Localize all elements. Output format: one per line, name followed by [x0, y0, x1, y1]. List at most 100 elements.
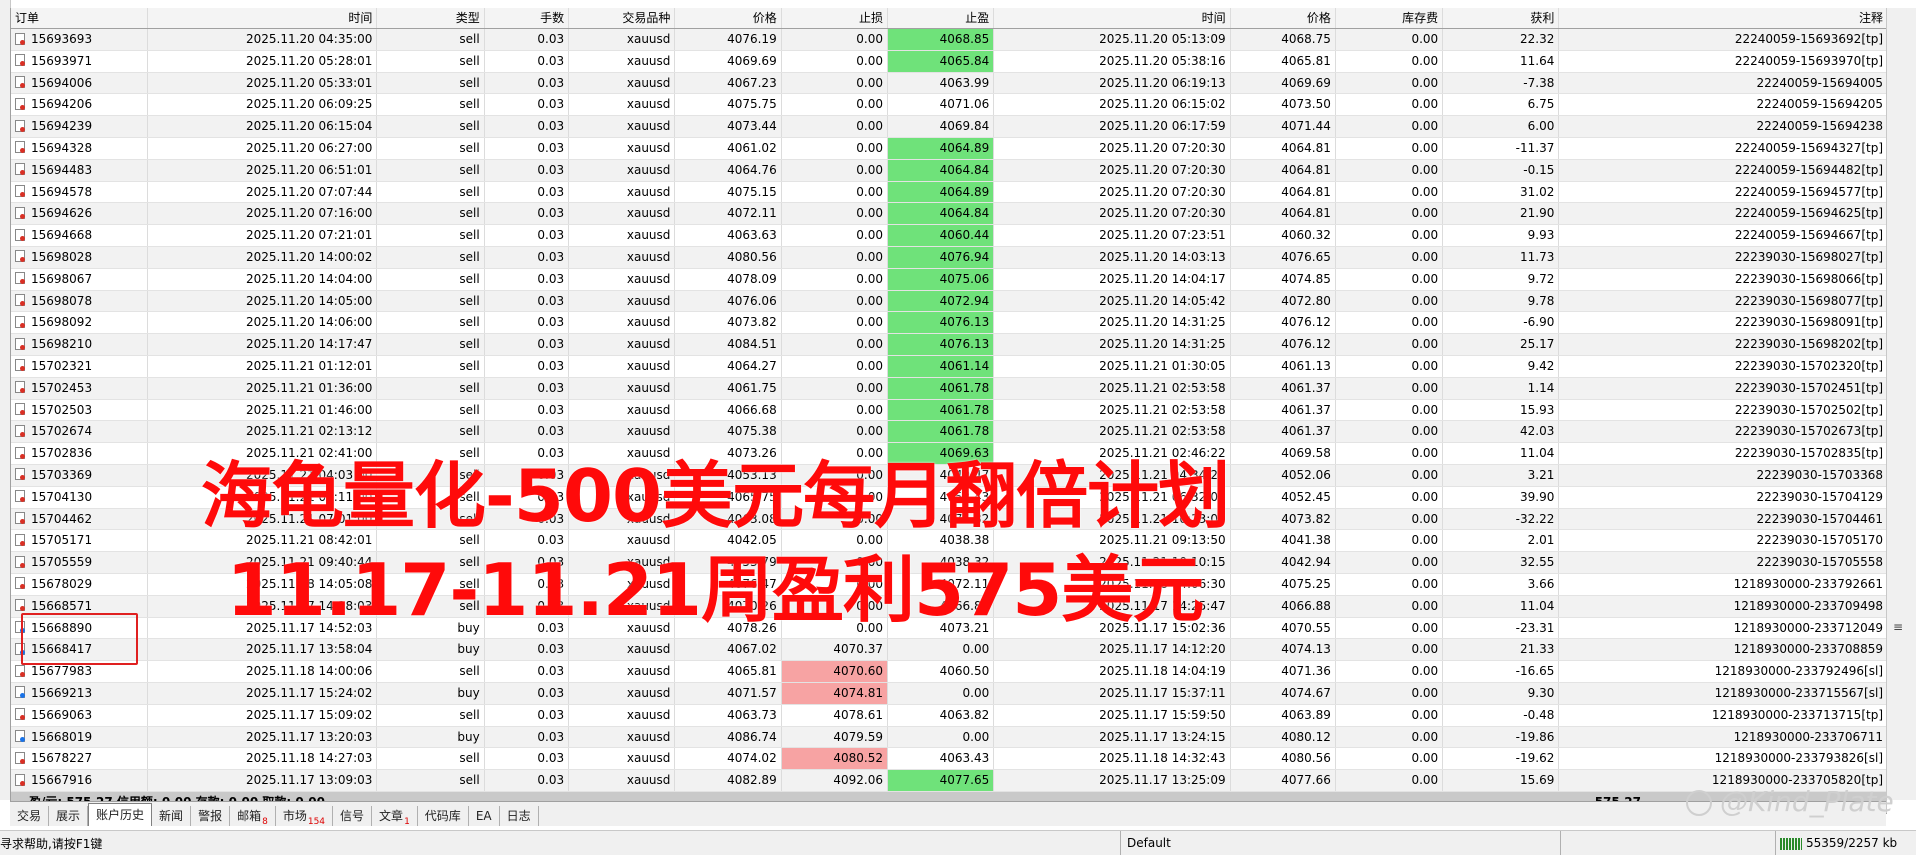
table-row[interactable]: 15694626 2025.11.20 07:16:00 sell 0.03 xauus… [11, 203, 1887, 226]
table-row[interactable]: 15698078 2025.11.20 14:05:00 sell 0.03 xauus… [11, 290, 1887, 313]
col-header-open-time[interactable]: 时间 [148, 8, 378, 28]
cell-open-time: 2025.11.17 15:24:02 [148, 682, 378, 704]
cell-profit: 21.90 [1443, 203, 1560, 225]
table-row[interactable]: 15669063 2025.11.17 15:09:02 sell 0.03 xauus… [11, 704, 1887, 727]
cell-order: 15678227 [11, 748, 149, 770]
cell-lots: 0.03 [485, 770, 570, 791]
cell-comment: 22240059-15694577[tp] [1734, 184, 1883, 199]
sell-order-icon [15, 228, 25, 241]
table-row[interactable]: 15694006 2025.11.20 05:33:01 sell 0.03 xauus… [11, 72, 1887, 95]
table-row[interactable]: 15698028 2025.11.20 14:00:02 sell 0.03 xauus… [11, 246, 1887, 269]
tab-10[interactable]: EA [469, 806, 500, 826]
table-row[interactable]: 15668019 2025.11.17 13:20:03 buy 0.03 xauusd… [11, 726, 1887, 749]
table-row[interactable]: 15702674 2025.11.21 02:13:12 sell 0.03 xauus… [11, 421, 1887, 444]
table-row[interactable]: 15678227 2025.11.18 14:27:03 sell 0.03 xauus… [11, 748, 1887, 771]
table-row[interactable]: 15694239 2025.11.20 06:15:04 sell 0.03 xauus… [11, 116, 1887, 138]
cell-close-price: 4061.37 [1231, 399, 1336, 421]
order-number: 15702453 [31, 380, 93, 395]
col-header-swap[interactable]: 库存费 [1336, 8, 1444, 28]
cell-price: 4063.63 [675, 225, 782, 246]
tab-1[interactable]: 展示 [49, 806, 89, 826]
cell-swap: 0.00 [1336, 355, 1444, 377]
col-header-take-profit[interactable]: 止盈 [888, 8, 995, 28]
cell-profit: 9.42 [1443, 355, 1560, 377]
tab-0[interactable]: 交易 [10, 806, 50, 826]
cell-type: sell [377, 312, 485, 334]
table-row[interactable]: 15693693 2025.11.20 04:35:00 sell 0.03 xauus… [11, 29, 1887, 51]
table-row[interactable]: 15702453 2025.11.21 01:36:00 sell 0.03 xauus… [11, 377, 1887, 400]
cell-swap: 0.00 [1336, 421, 1444, 443]
col-header-symbol[interactable]: 交易品种 [569, 8, 676, 28]
cell-lots: 0.03 [485, 72, 570, 94]
table-row[interactable]: 15698067 2025.11.20 14:04:00 sell 0.03 xauus… [11, 268, 1887, 291]
cell-close-price: 4061.13 [1231, 355, 1336, 377]
cell-price: 4078.09 [675, 268, 782, 290]
col-header-stop-loss[interactable]: 止损 [782, 8, 888, 28]
cell-comment: 22240059-15693970[tp] [1734, 53, 1883, 68]
col-header-comment[interactable]: 注释 [1559, 8, 1887, 28]
cell-close-time: 2025.11.20 07:20:30 [994, 181, 1231, 203]
table-row[interactable]: 15694578 2025.11.20 07:07:44 sell 0.03 xauus… [11, 181, 1887, 204]
col-header-close-price[interactable]: 价格 [1231, 8, 1336, 28]
scroll-grip-icon[interactable]: ≡ [1893, 620, 1911, 634]
cell-symbol: xauusd [569, 137, 676, 159]
tab-5[interactable]: 邮箱8 [230, 806, 276, 827]
table-row[interactable]: 15669213 2025.11.17 15:24:02 buy 0.03 xauusd… [11, 682, 1887, 705]
table-row[interactable]: 15694483 2025.11.20 06:51:01 sell 0.03 xauus… [11, 159, 1887, 182]
sell-order-icon [15, 359, 25, 372]
tab-8[interactable]: 文章1 [372, 806, 418, 827]
cell-close-price: 4071.44 [1231, 116, 1336, 137]
cell-price: 4086.74 [675, 726, 782, 748]
cell-open-time: 2025.11.20 14:17:47 [148, 334, 378, 355]
order-number: 15698210 [31, 337, 93, 352]
table-row[interactable]: 15668417 2025.11.17 13:58:04 buy 0.03 xauusd… [11, 639, 1887, 662]
sell-order-icon [15, 119, 25, 132]
overlay-title-line-1: 海龟量化-500美元每月翻倍计划 [200, 454, 1230, 538]
vertical-scrollbar[interactable]: ≡ [1886, 8, 1916, 800]
table-row[interactable]: 15694668 2025.11.20 07:21:01 sell 0.03 xauus… [11, 225, 1887, 247]
cell-type: sell [377, 661, 485, 682]
cell-swap: 0.00 [1336, 334, 1444, 355]
table-row[interactable]: 15667916 2025.11.17 13:09:03 sell 0.03 xauus… [11, 770, 1887, 792]
col-header-profit[interactable]: 获利 [1443, 8, 1560, 28]
table-row[interactable]: 15694328 2025.11.20 06:27:00 sell 0.03 xauus… [11, 137, 1887, 160]
tab-6[interactable]: 市场154 [276, 806, 334, 827]
table-row[interactable]: 15677983 2025.11.18 14:00:06 sell 0.03 xauus… [11, 661, 1887, 683]
cell-order: 15698067 [11, 268, 149, 290]
cell-symbol: xauusd [569, 682, 676, 704]
cell-stop-loss: 0.00 [782, 290, 888, 312]
tab-9[interactable]: 代码库 [418, 806, 469, 826]
order-number: 15694578 [31, 184, 93, 199]
table-row[interactable]: 15693971 2025.11.20 05:28:01 sell 0.03 xauus… [11, 50, 1887, 73]
table-row[interactable]: 15698092 2025.11.20 14:06:00 sell 0.03 xauus… [11, 312, 1887, 335]
table-row[interactable]: 15698210 2025.11.20 14:17:47 sell 0.03 xauus… [11, 334, 1887, 356]
cell-profit: -19.86 [1443, 726, 1560, 748]
table-row[interactable]: 15694206 2025.11.20 06:09:25 sell 0.03 xauus… [11, 94, 1887, 117]
cell-stop-loss: 0.00 [782, 203, 888, 225]
col-header-price[interactable]: 价格 [675, 8, 782, 28]
cell-comment: 1218930000-233713715[tp] [1711, 707, 1883, 722]
tab-4[interactable]: 警报 [191, 806, 231, 826]
sell-order-icon [15, 97, 25, 110]
tab-label: 日志 [506, 809, 531, 823]
cell-stop-loss: 0.00 [782, 94, 888, 116]
col-header-order[interactable]: 订单 [11, 8, 149, 28]
col-header-type[interactable]: 类型 [377, 8, 485, 28]
table-row[interactable]: 15702503 2025.11.21 01:46:00 sell 0.03 xauus… [11, 399, 1887, 422]
tab-badge: 8 [262, 817, 268, 827]
cell-lots: 0.03 [485, 181, 570, 203]
col-header-lots[interactable]: 手数 [485, 8, 570, 28]
cell-symbol: xauusd [569, 181, 676, 203]
tab-7[interactable]: 信号 [333, 806, 373, 826]
col-header-close-time[interactable]: 时间 [994, 8, 1231, 28]
cell-symbol: xauusd [569, 72, 676, 94]
cell-symbol: xauusd [569, 50, 676, 72]
table-row[interactable]: 15702321 2025.11.21 01:12:01 sell 0.03 xauus… [11, 355, 1887, 378]
cell-order: 15694483 [11, 159, 149, 181]
tab-3[interactable]: 新闻 [152, 806, 192, 826]
cell-open-time: 2025.11.20 14:05:00 [148, 290, 378, 312]
tab-11[interactable]: 日志 [500, 806, 539, 826]
tab-2[interactable]: 账户历史 [88, 803, 153, 826]
cell-lots: 0.03 [485, 225, 570, 246]
cell-type: sell [377, 399, 485, 421]
